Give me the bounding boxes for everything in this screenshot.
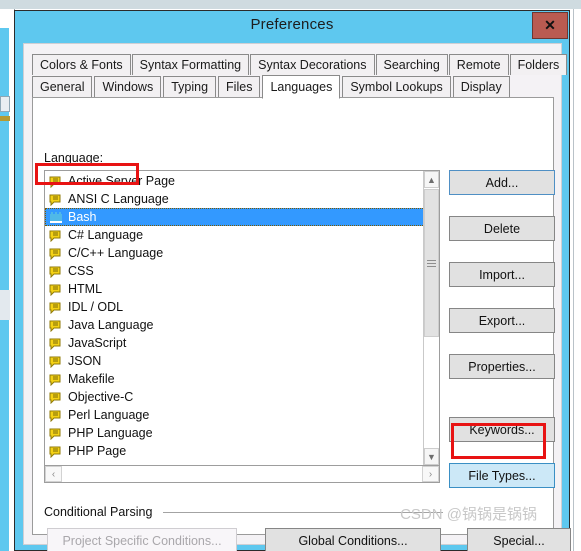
list-item[interactable]: ANSI C Language	[45, 190, 439, 208]
language-tag-icon	[49, 175, 63, 188]
background-window-tile-2	[0, 116, 10, 121]
dialog-titlebar[interactable]: Preferences ✕	[15, 11, 569, 41]
language-listbox[interactable]: Active Server Page ANSI C Language Bash C# …	[44, 170, 440, 466]
list-item[interactable]: C# Language	[45, 226, 439, 244]
tab-searching[interactable]: Searching	[375, 54, 448, 75]
list-item[interactable]: Active Server Page	[45, 172, 439, 190]
vertical-scrollbar-thumb[interactable]	[424, 189, 439, 337]
tab-row-2: General Windows Typing Files Languages Symbol…	[32, 75, 554, 99]
language-tag-icon	[49, 337, 63, 350]
tab-files[interactable]: Files	[218, 76, 261, 97]
list-item[interactable]: C/C++ Language	[45, 244, 439, 262]
list-item-label: Active Server Page	[68, 174, 175, 188]
language-tag-icon	[49, 355, 63, 368]
language-tag-icon	[49, 319, 63, 332]
tab-symbol-lookups[interactable]: Symbol Lookups	[342, 76, 451, 97]
tab-typing[interactable]: Typing	[163, 76, 217, 97]
list-item-label: ANSI C Language	[68, 192, 169, 206]
scrollbar-grip-icon	[427, 258, 436, 269]
tab-display[interactable]: Display	[452, 76, 510, 97]
list-item-label: Java Language	[68, 318, 154, 332]
list-item-label: PHP Language	[68, 426, 153, 440]
background-window-right	[573, 9, 581, 551]
delete-button[interactable]: Delete	[449, 216, 555, 241]
language-tag-icon	[49, 427, 63, 440]
list-item[interactable]: JavaScript	[45, 334, 439, 352]
list-item-label: C# Language	[68, 228, 144, 242]
dialog-title: Preferences	[250, 16, 334, 33]
language-tag-icon	[49, 229, 63, 242]
list-item-label: Bash	[68, 210, 97, 224]
tab-remote[interactable]: Remote	[448, 54, 509, 75]
list-item-label: CSS	[68, 264, 94, 278]
dialog-body: Colors & Fonts Syntax Formatting Syntax De…	[23, 43, 571, 551]
vertical-scrollbar[interactable]: ▲ ▼	[423, 171, 439, 465]
horizontal-scrollbar[interactable]: ‹ ›	[44, 466, 440, 483]
special-button[interactable]: Special...	[467, 528, 571, 551]
language-tag-icon	[49, 301, 63, 314]
list-item[interactable]: Objective-C	[45, 388, 439, 406]
list-item-label: JSON	[68, 354, 102, 368]
scroll-up-icon[interactable]: ▲	[424, 171, 439, 188]
list-item[interactable]: IDL / ODL	[45, 298, 439, 316]
language-label: Language:	[44, 151, 104, 165]
export-button[interactable]: Export...	[449, 308, 555, 333]
desktop-top-strip	[0, 0, 581, 9]
tab-row-1: Colors & Fonts Syntax Formatting Syntax De…	[32, 53, 568, 75]
tab-colors-fonts[interactable]: Colors & Fonts	[32, 54, 131, 75]
language-tag-icon	[49, 445, 63, 458]
list-item[interactable]: PHP Language	[45, 424, 439, 442]
list-item-label: C/C++ Language	[68, 246, 164, 260]
import-button[interactable]: Import...	[449, 262, 555, 287]
languages-tab-panel: Language: Active Server Page ANSI C Langu…	[32, 97, 571, 551]
list-item[interactable]: HTML	[45, 280, 439, 298]
properties-button[interactable]: Properties...	[449, 354, 555, 379]
list-item-label: HTML	[68, 282, 103, 296]
csdn-watermark: CSDN @锅锅是锅锅	[400, 506, 537, 523]
file-types-button[interactable]: File Types...	[449, 463, 555, 488]
language-tag-icon	[49, 409, 63, 422]
list-item[interactable]: CSS	[45, 262, 439, 280]
language-tag-icon	[49, 193, 63, 206]
bash-icon	[49, 211, 63, 224]
scroll-left-icon[interactable]: ‹	[45, 466, 62, 482]
tab-syntax-decorations[interactable]: Syntax Decorations	[250, 54, 375, 75]
tab-folders[interactable]: Folders	[509, 54, 568, 75]
preferences-dialog: Preferences ✕ Colors & Fonts Syntax Forma…	[14, 10, 571, 551]
list-item[interactable]: Perl Language	[45, 406, 439, 424]
add-button[interactable]: Add...	[449, 170, 555, 195]
list-item-label: IDL / ODL	[68, 300, 124, 314]
screenshot-root: Preferences ✕ Colors & Fonts Syntax Forma…	[0, 0, 581, 551]
global-conditions-button[interactable]: Global Conditions...	[265, 528, 441, 551]
language-tag-icon	[49, 373, 63, 386]
list-item-label: JavaScript	[68, 336, 127, 350]
conditional-parsing-label: Conditional Parsing	[44, 505, 159, 519]
list-item-label: PHP Page	[68, 444, 127, 458]
language-tag-icon	[49, 247, 63, 260]
tab-languages[interactable]: Languages	[262, 75, 341, 99]
list-item[interactable]: Java Language	[45, 316, 439, 334]
list-item-label: Perl Language	[68, 408, 150, 422]
list-item[interactable]: PHP Page	[45, 442, 439, 460]
tab-general[interactable]: General	[32, 76, 93, 97]
list-item-label: Makefile	[68, 372, 115, 386]
scroll-down-icon[interactable]: ▼	[424, 448, 439, 465]
tab-syntax-formatting[interactable]: Syntax Formatting	[131, 54, 250, 75]
list-item[interactable]: JSON	[45, 352, 439, 370]
scroll-right-icon[interactable]: ›	[422, 466, 439, 482]
close-icon[interactable]: ✕	[532, 12, 568, 39]
language-tag-icon	[49, 391, 63, 404]
list-item-label: Objective-C	[68, 390, 134, 404]
tab-windows[interactable]: Windows	[94, 76, 162, 97]
language-tag-icon	[49, 283, 63, 296]
keywords-button[interactable]: Keywords...	[449, 417, 555, 442]
tab-strip: Colors & Fonts Syntax Formatting Syntax De…	[32, 53, 568, 99]
language-tag-icon	[49, 265, 63, 278]
list-item[interactable]: Bash	[45, 208, 439, 226]
background-window-tile-3	[0, 290, 10, 320]
list-item[interactable]: Makefile	[45, 370, 439, 388]
background-window-tile-1	[0, 96, 10, 112]
project-specific-conditions-button: Project Specific Conditions...	[47, 528, 237, 551]
language-list: Active Server Page ANSI C Language Bash C# …	[45, 172, 439, 460]
